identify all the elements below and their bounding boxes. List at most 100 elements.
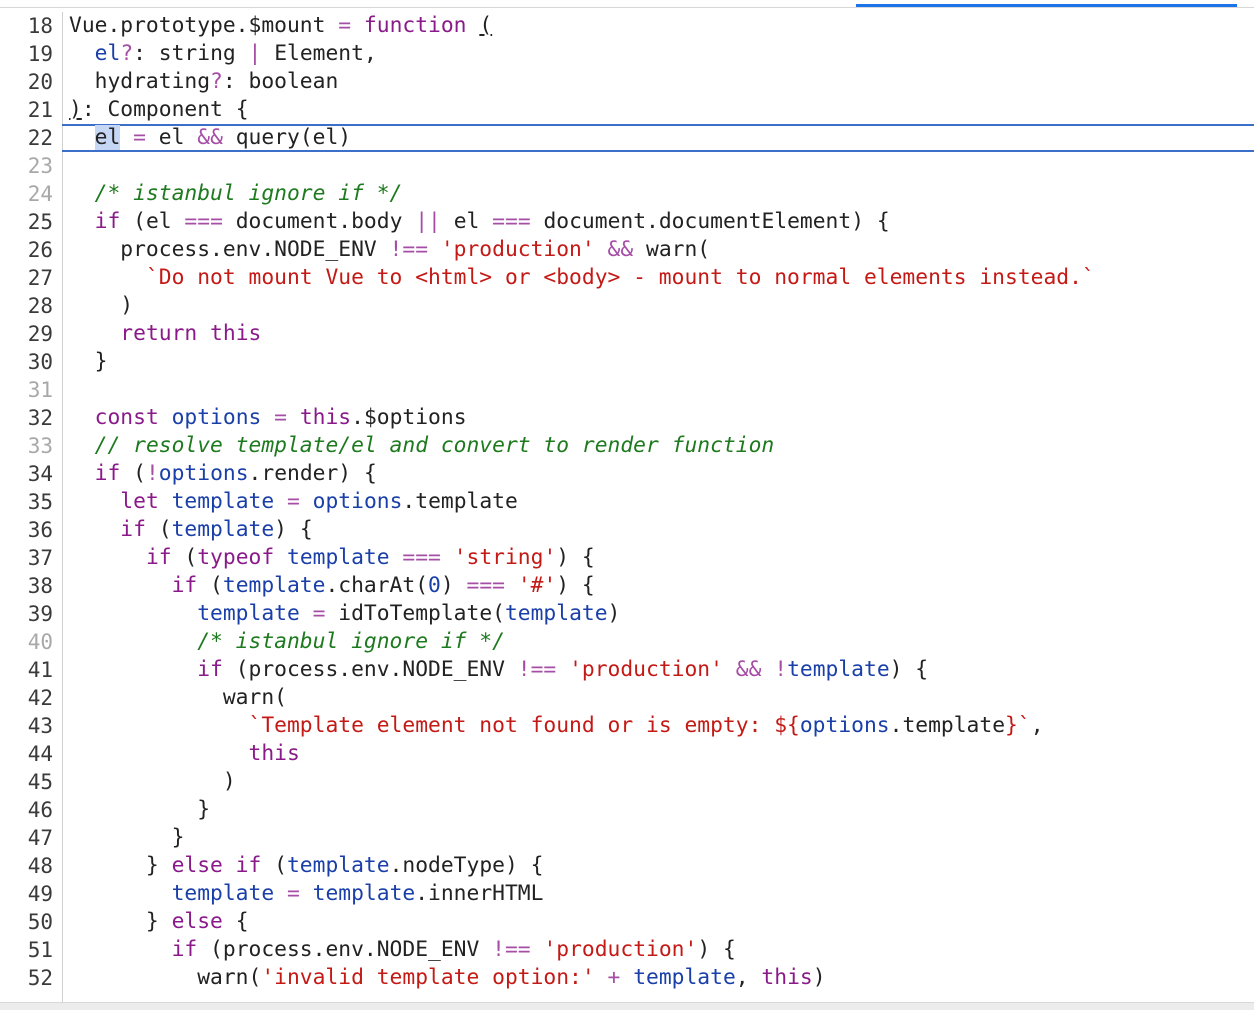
code-line[interactable]: 49 template = template.innerHTML: [0, 880, 1254, 908]
code-text[interactable]: warn(: [69, 684, 287, 712]
code-token: template: [633, 965, 736, 990]
code-text[interactable]: if (el === document.body || el === docum…: [69, 208, 890, 236]
code-line[interactable]: 22 el = el && query(el): [0, 124, 1254, 152]
code-line[interactable]: 19 el?: string | Element,: [0, 40, 1254, 68]
code-line[interactable]: 43 `Template element not found or is emp…: [0, 712, 1254, 740]
code-token: ===: [184, 209, 236, 234]
code-text[interactable]: }: [69, 796, 210, 824]
code-text[interactable]: let template = options.template: [69, 488, 518, 516]
code-line[interactable]: 28 ): [0, 292, 1254, 320]
code-text[interactable]: template = template.innerHTML: [69, 880, 544, 908]
code-token: }: [69, 853, 172, 878]
code-text[interactable]: this: [69, 740, 300, 768]
code-line[interactable]: 34 if (!options.render) {: [0, 460, 1254, 488]
code-line[interactable]: 35 let template = options.template: [0, 488, 1254, 516]
code-line[interactable]: 30 }: [0, 348, 1254, 376]
line-number: 23: [27, 154, 53, 178]
code-line[interactable]: 33 // resolve template/el and convert to…: [0, 432, 1254, 460]
code-line[interactable]: 51 if (process.env.NODE_ENV !== 'product…: [0, 936, 1254, 964]
code-text[interactable]: /* istanbul ignore if */: [69, 180, 403, 208]
code-line[interactable]: 25 if (el === document.body || el === do…: [0, 208, 1254, 236]
code-text[interactable]: ): [69, 292, 133, 320]
code-token: query(el): [235, 125, 352, 150]
code-text[interactable]: `Template element not found or is empty:…: [69, 712, 1044, 740]
code-line[interactable]: 36 if (template) {: [0, 516, 1254, 544]
code-text[interactable]: el = el && query(el): [69, 124, 351, 152]
code-token: ,: [1030, 713, 1044, 738]
line-number: 47: [27, 826, 53, 850]
code-text[interactable]: if (typeof template === 'string') {: [69, 544, 595, 572]
code-line[interactable]: 31: [0, 376, 1254, 404]
code-line[interactable]: 44 this: [0, 740, 1254, 768]
code-text[interactable]: ): Component {: [69, 96, 249, 124]
code-text[interactable]: if (process.env.NODE_ENV !== 'production…: [69, 656, 928, 684]
line-number: 45: [27, 770, 53, 794]
code-text[interactable]: } else {: [69, 908, 249, 936]
code-line[interactable]: 42 warn(: [0, 684, 1254, 712]
code-token: (process.env.NODE_ENV: [235, 657, 518, 682]
code-token: template: [171, 489, 287, 514]
code-text[interactable]: process.env.NODE_ENV !== 'production' &&…: [69, 236, 710, 264]
code-line[interactable]: 40 /* istanbul ignore if */: [0, 628, 1254, 656]
code-text[interactable]: hydrating?: boolean: [69, 68, 339, 96]
line-number: 31: [27, 378, 53, 402]
code-line[interactable]: 37 if (typeof template === 'string') {: [0, 544, 1254, 572]
code-line[interactable]: 29 return this: [0, 320, 1254, 348]
code-text[interactable]: warn('invalid template option:' + templa…: [69, 964, 825, 992]
code-token: ): [607, 601, 621, 626]
code-line[interactable]: 32 const options = this.$options: [0, 404, 1254, 432]
line-number: 27: [27, 266, 53, 290]
code-text[interactable]: const options = this.$options: [69, 404, 467, 432]
code-line[interactable]: 21): Component {: [0, 96, 1254, 124]
code-line[interactable]: 18 Vue.prototype.$mount = function (: [0, 12, 1254, 40]
code-line[interactable]: 48 } else if (template.nodeType) {: [0, 852, 1254, 880]
code-line[interactable]: 23: [0, 152, 1254, 180]
code-text[interactable]: template = idToTemplate(template): [69, 600, 620, 628]
code-line[interactable]: 41 if (process.env.NODE_ENV !== 'product…: [0, 656, 1254, 684]
code-text[interactable]: Vue.prototype.$mount = function (: [69, 12, 492, 40]
code-text[interactable]: if (template.charAt(0) === '#') {: [69, 572, 595, 600]
line-number: 41: [27, 658, 53, 682]
code-line[interactable]: 45 ): [0, 768, 1254, 796]
code-line[interactable]: 38 if (template.charAt(0) === '#') {: [0, 572, 1254, 600]
code-text[interactable]: ): [69, 768, 236, 796]
code-text[interactable]: // resolve template/el and convert to re…: [69, 432, 775, 460]
code-text[interactable]: el?: string | Element,: [69, 40, 377, 68]
code-line[interactable]: 39 template = idToTemplate(template): [0, 600, 1254, 628]
code-line[interactable]: 20 hydrating?: boolean: [0, 68, 1254, 96]
code-token: &&: [607, 237, 647, 262]
code-line[interactable]: 46 }: [0, 796, 1254, 824]
code-token: template: [171, 881, 287, 906]
code-text[interactable]: if (!options.render) {: [69, 460, 377, 488]
code-line[interactable]: 26 process.env.NODE_ENV !== 'production'…: [0, 236, 1254, 264]
code-text[interactable]: `Do not mount Vue to <html> or <body> - …: [69, 264, 1095, 292]
code-text[interactable]: if (template) {: [69, 516, 312, 544]
code-text[interactable]: }: [69, 824, 185, 852]
line-number: 18: [27, 14, 53, 38]
code-text[interactable]: } else if (template.nodeType) {: [69, 852, 544, 880]
code-token: if: [171, 573, 211, 598]
code-line[interactable]: 50 } else {: [0, 908, 1254, 936]
code-token: template: [287, 545, 403, 570]
code-text[interactable]: /* istanbul ignore if */: [69, 628, 505, 656]
code-token: el: [94, 125, 121, 150]
code-line[interactable]: 27 `Do not mount Vue to <html> or <body>…: [0, 264, 1254, 292]
code-text[interactable]: if (process.env.NODE_ENV !== 'production…: [69, 936, 736, 964]
code-text[interactable]: }: [69, 348, 108, 376]
code-line[interactable]: 24 /* istanbul ignore if */: [0, 180, 1254, 208]
line-number: 48: [27, 854, 53, 878]
code-line[interactable]: 52 warn('invalid template option:' + tem…: [0, 964, 1254, 992]
code-token: /* istanbul ignore if */: [197, 629, 505, 654]
code-token: }: [69, 825, 185, 850]
code-token: warn(: [646, 237, 711, 262]
line-number: 37: [27, 546, 53, 570]
code-editor[interactable]: 18 Vue.prototype.$mount = function (19 el…: [0, 12, 1254, 1009]
code-line[interactable]: 47 }: [0, 824, 1254, 852]
code-text[interactable]: return this: [69, 320, 261, 348]
